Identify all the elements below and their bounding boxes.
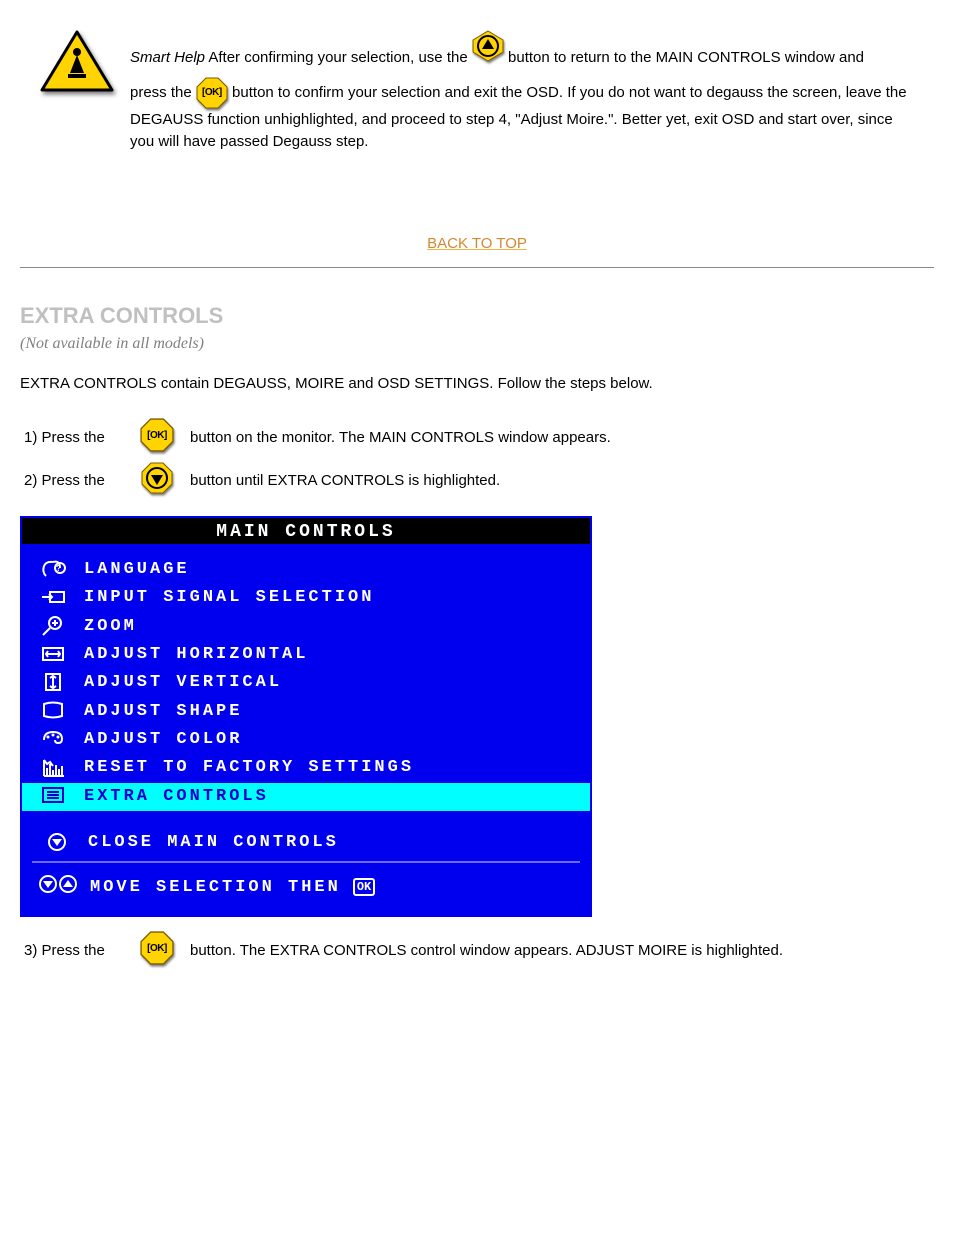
osd-footer-text: MOVE SELECTION THEN <box>90 878 341 897</box>
step1-num: 1) Press the <box>24 429 105 446</box>
osd-item-adj-vertical: ADJUST VERTICAL <box>22 669 590 697</box>
language-icon: ? <box>38 557 68 583</box>
osd-item-extra-controls: EXTRA CONTROLS <box>22 783 590 811</box>
adjust-shape-icon <box>38 699 68 725</box>
zoom-icon <box>38 614 68 640</box>
intro-p1-before: After confirming your selection, use the <box>208 49 471 66</box>
divider <box>20 267 934 268</box>
osd-label: ADJUST COLOR <box>84 727 242 753</box>
factory-reset-icon <box>38 755 68 781</box>
adjust-horizontal-icon <box>38 642 68 668</box>
step-2: 2) Press the button until EXTRA CONTROLS… <box>20 462 934 498</box>
section-subtitle: (Not available in all models) <box>20 335 934 353</box>
ok-button-icon: [OK] <box>140 418 174 452</box>
osd-ok-glyph: OK <box>353 878 375 896</box>
smart-help-em: Smart Help <box>130 49 205 66</box>
up-arrow-icon <box>472 30 504 62</box>
osd-label: ZOOM <box>84 614 137 640</box>
smart-help-text: Smart Help After confirming your selecti… <box>130 30 914 152</box>
section-title: EXTRA CONTROLS <box>20 303 934 329</box>
osd-main-controls: MAIN CONTROLS ? LANGUAGE INPUT SIGNAL SE… <box>20 516 592 917</box>
osd-label: INPUT SIGNAL SELECTION <box>84 585 374 611</box>
back-to-top-link[interactable]: BACK TO TOP <box>427 235 527 252</box>
osd-item-adj-horizontal: ADJUST HORIZONTAL <box>22 641 590 669</box>
step-1: 1) Press the [OK] button on the monitor.… <box>20 418 934 456</box>
osd-close-label: CLOSE MAIN CONTROLS <box>88 830 339 856</box>
osd-item-adj-color: ADJUST COLOR <box>22 726 590 754</box>
step1-text: button on the monitor. The MAIN CONTROLS… <box>190 429 934 446</box>
intro-p2-before: press the <box>130 84 196 101</box>
osd-label: EXTRA CONTROLS <box>84 784 269 810</box>
step2-text: button until EXTRA CONTROLS is highlight… <box>190 472 934 489</box>
close-down-icon <box>38 830 72 856</box>
intro-p1-after: button to return to the MAIN CONTROLS wi… <box>508 49 864 66</box>
osd-label: ADJUST SHAPE <box>84 699 242 725</box>
osd-item-zoom: ZOOM <box>22 613 590 641</box>
ok-button-icon: [OK] <box>140 931 174 965</box>
osd-item-input-signal: INPUT SIGNAL SELECTION <box>22 584 590 612</box>
intro-p2-after: button to confirm your selection and exi… <box>130 84 907 150</box>
input-signal-icon <box>38 585 68 611</box>
step-3: 3) Press the [OK] button. The EXTRA CONT… <box>20 931 934 969</box>
up-down-icons <box>38 873 78 901</box>
adjust-color-icon <box>38 727 68 753</box>
adjust-vertical-icon <box>38 670 68 696</box>
smart-help-block: Smart Help After confirming your selecti… <box>20 30 934 200</box>
osd-item-language: ? LANGUAGE <box>22 556 590 584</box>
osd-title: MAIN CONTROLS <box>22 518 590 544</box>
section-lead: EXTRA CONTROLS contain DEGAUSS, MOIRE an… <box>20 375 934 392</box>
down-arrow-icon <box>141 462 173 494</box>
ok-button-icon: [OK] <box>196 77 228 109</box>
step2-num: 2) Press the <box>24 472 105 489</box>
extra-controls-icon <box>38 784 68 810</box>
warning-icon <box>40 30 114 94</box>
osd-close: CLOSE MAIN CONTROLS <box>22 829 590 857</box>
svg-text:?: ? <box>56 564 64 573</box>
osd-label: RESET TO FACTORY SETTINGS <box>84 755 414 781</box>
osd-footer: MOVE SELECTION THEN OK <box>22 867 590 907</box>
osd-label: ADJUST VERTICAL <box>84 670 282 696</box>
step3-text: button. The EXTRA CONTROLS control windo… <box>190 942 934 959</box>
osd-label: LANGUAGE <box>84 557 190 583</box>
osd-item-reset: RESET TO FACTORY SETTINGS <box>22 754 590 782</box>
osd-label: ADJUST HORIZONTAL <box>84 642 308 668</box>
osd-item-adj-shape: ADJUST SHAPE <box>22 698 590 726</box>
step3-num: 3) Press the <box>24 942 105 959</box>
